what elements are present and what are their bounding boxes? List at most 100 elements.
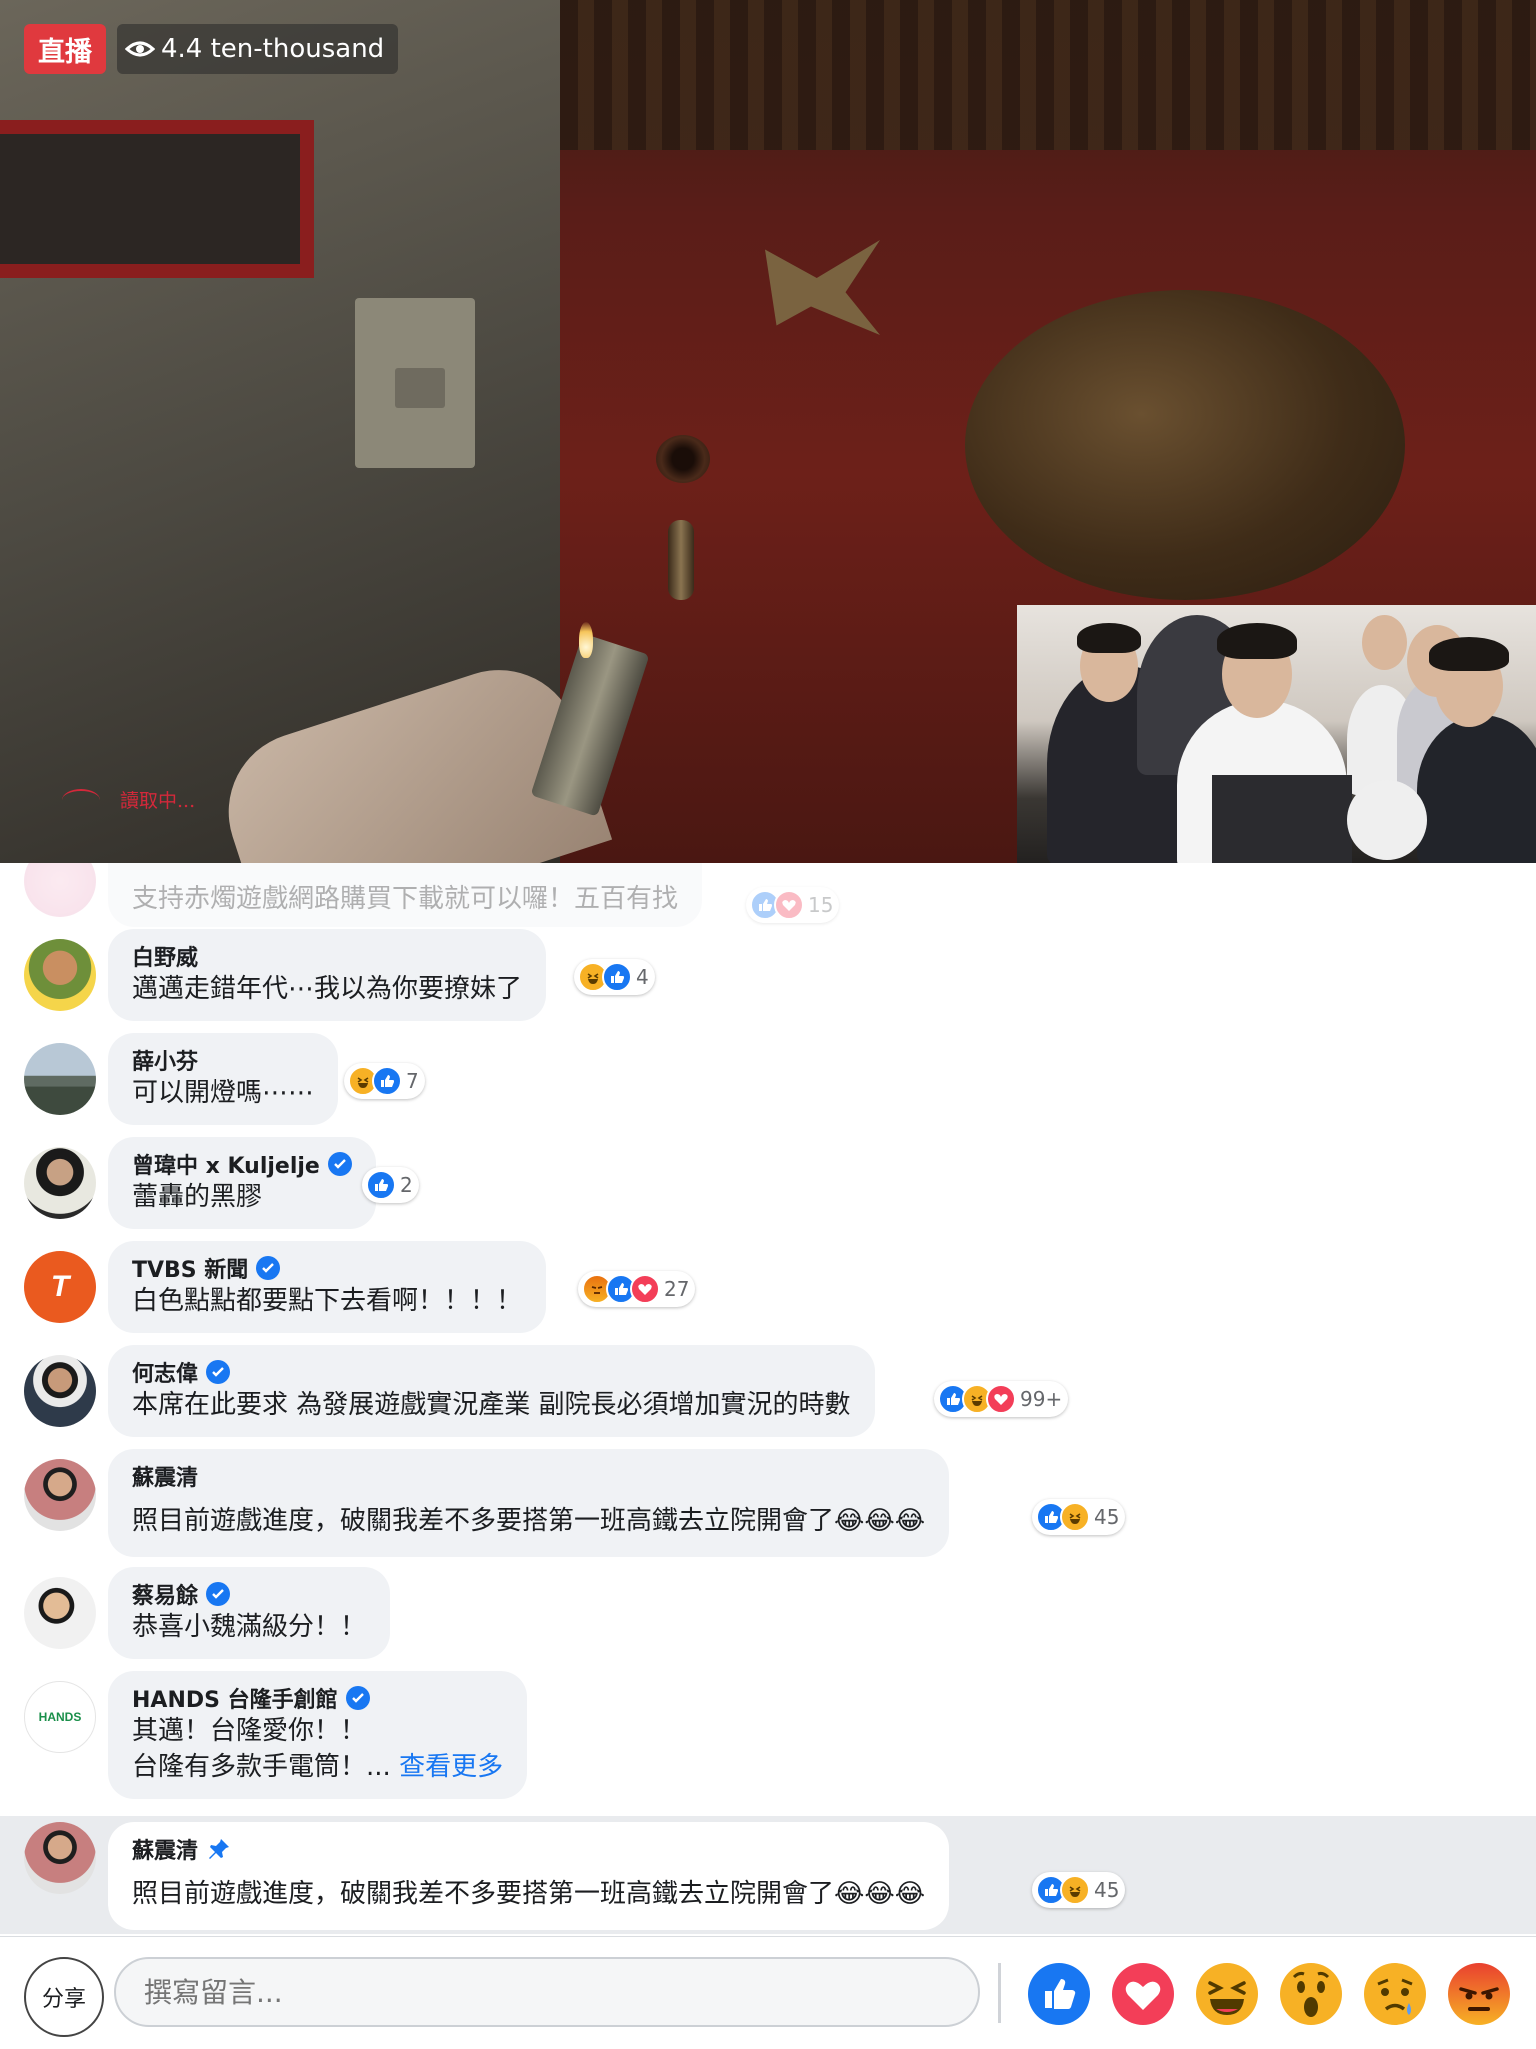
reaction-summary[interactable]: 2: [362, 1167, 419, 1203]
commenter-name[interactable]: 白野威: [132, 941, 522, 971]
comment-bubble: 蘇震清 照目前遊戲進度，破關我差不多要搭第一班高鐵去立院開會了😂😂😂: [108, 1822, 950, 1930]
reaction-count: 15: [808, 893, 834, 917]
like-icon: [1028, 1963, 1090, 2025]
avatar[interactable]: [24, 1822, 96, 1894]
love-reaction-icon: [774, 890, 804, 920]
commenter-name[interactable]: TVBS 新聞: [132, 1253, 522, 1283]
video-scene-keyhole: [656, 435, 710, 483]
wow-icon: [1280, 1963, 1342, 2025]
verified-badge-icon: [206, 1582, 231, 1606]
video-scene-red-frame: [0, 120, 314, 278]
avatar[interactable]: T: [24, 1251, 96, 1323]
like-react-button[interactable]: [1028, 1963, 1090, 2025]
avatar[interactable]: HANDS: [24, 1681, 96, 1753]
sad-icon: [1364, 1963, 1426, 2025]
avatar[interactable]: [24, 863, 96, 917]
comment-text-continued: 台隆有多款手電筒！... 查看更多: [132, 1752, 504, 1782]
reaction-summary[interactable]: 45: [1032, 1872, 1126, 1908]
haha-icon: [1196, 1963, 1258, 2025]
loading-text: 讀取中...: [120, 790, 196, 812]
commenter-name[interactable]: 蘇震清: [132, 1834, 925, 1864]
verified-badge-icon: [345, 1686, 370, 1710]
comment-text: 白色點點都要點下去看啊！！！！: [132, 1286, 523, 1316]
reaction-count: 7: [406, 1069, 419, 1093]
comment-bubble: TVBS 新聞 白色點點都要點下去看啊！！！！: [108, 1241, 547, 1333]
composer-divider: [998, 1963, 1001, 2023]
webcam-inset: [1017, 605, 1536, 863]
webcam-laptop: [1212, 775, 1352, 863]
webcam-plush-toy: [1347, 780, 1427, 860]
avatar[interactable]: [24, 1043, 96, 1115]
haha-react-button[interactable]: [1196, 1963, 1258, 2025]
verified-badge-icon: [256, 1256, 281, 1280]
share-button[interactable]: 分享: [24, 1957, 104, 2037]
reaction-summary[interactable]: 99+: [934, 1381, 1069, 1417]
commenter-name[interactable]: HANDS 台隆手創館: [132, 1683, 503, 1713]
video-scene-flame: [579, 622, 593, 658]
comment-composer: 分享: [0, 1936, 1536, 2049]
comment-text: 照目前遊戲進度，破關我差不多要搭第一班高鐵去立院開會了😂😂😂: [132, 1506, 926, 1536]
haha-reaction-icon: [1060, 1502, 1090, 1532]
reaction-count: 4: [636, 965, 649, 989]
avatar[interactable]: [24, 1459, 96, 1531]
reaction-count: 27: [664, 1277, 690, 1301]
comment-input[interactable]: [114, 1957, 980, 2027]
like-reaction-icon: [372, 1066, 402, 1096]
game-loading-indicator: 讀取中...: [62, 786, 195, 813]
viewer-count: 4.4 ten-thousand: [161, 34, 385, 64]
verified-badge-icon: [327, 1152, 352, 1176]
comment-bubble: 支持赤燭遊戲網路購買下載就可以囉！五百有找: [108, 863, 703, 927]
comment-bubble: 蘇震清 照目前遊戲進度，破關我差不多要搭第一班高鐵去立院開會了😂😂😂: [108, 1449, 950, 1557]
commenter-name[interactable]: 薛小芬: [132, 1045, 314, 1075]
reaction-count: 2: [400, 1173, 413, 1197]
love-react-button[interactable]: [1112, 1963, 1174, 2025]
love-reaction-icon: [630, 1274, 660, 1304]
sad-react-button[interactable]: [1364, 1963, 1426, 2025]
reaction-summary[interactable]: 27: [578, 1271, 696, 1307]
see-more-link[interactable]: 查看更多: [399, 1752, 503, 1782]
comment-bubble: HANDS 台隆手創館 其邁！台隆愛你！！ 台隆有多款手電筒！... 查看更多: [108, 1671, 528, 1799]
eye-icon: [125, 41, 155, 57]
live-video-player[interactable]: 讀取中... 直播 4.4 ten-thousand: [0, 0, 1536, 863]
wow-react-button[interactable]: [1280, 1963, 1342, 2025]
verified-badge-icon: [206, 1360, 231, 1384]
commenter-name[interactable]: 曾瑋中 x Kuljelje: [132, 1149, 352, 1179]
commenter-name[interactable]: 蔡易餘: [132, 1579, 366, 1609]
comment-bubble: 薛小芬 可以開燈嗎⋯⋯: [108, 1033, 339, 1125]
reaction-summary[interactable]: 45: [1032, 1499, 1126, 1535]
video-scene-medallion: [965, 290, 1405, 600]
commenter-name[interactable]: 蘇震清: [132, 1461, 925, 1491]
comment-text: 照目前遊戲進度，破關我差不多要搭第一班高鐵去立院開會了😂😂😂: [132, 1879, 926, 1909]
angry-react-button[interactable]: [1448, 1963, 1510, 2025]
reaction-summary[interactable]: 15: [746, 887, 840, 923]
video-scene-switch: [355, 298, 475, 468]
like-reaction-icon: [602, 962, 632, 992]
comment-list[interactable]: 支持赤燭遊戲網路購買下載就可以囉！五百有找 15 白野威 邁邁走錯年代⋯我以為你…: [0, 863, 1536, 1933]
pin-icon: [206, 1836, 232, 1862]
angry-icon: [1448, 1963, 1510, 2025]
comment-text: 可以開燈嗎⋯⋯: [132, 1078, 315, 1108]
comment-text: 本席在此要求 為發展遊戲實況產業 副院長必須增加實況的時數: [132, 1390, 851, 1420]
comment-bubble: 何志偉 本席在此要求 為發展遊戲實況產業 副院長必須增加實況的時數: [108, 1345, 875, 1437]
avatar[interactable]: [24, 1577, 96, 1649]
reaction-count: 45: [1094, 1505, 1120, 1529]
avatar[interactable]: [24, 1147, 96, 1219]
viewer-count-badge: 4.4 ten-thousand: [117, 24, 399, 74]
comment-bubble: 白野威 邁邁走錯年代⋯我以為你要撩妹了: [108, 929, 547, 1021]
love-icon: [1112, 1963, 1174, 2025]
commenter-name[interactable]: 何志偉: [132, 1357, 851, 1387]
avatar[interactable]: [24, 939, 96, 1011]
like-reaction-icon: [366, 1170, 396, 1200]
haha-reaction-icon: [1060, 1875, 1090, 1905]
comment-text: 支持赤燭遊戲網路購買下載就可以囉！五百有找: [132, 884, 679, 914]
loading-swirl-icon: [62, 788, 100, 811]
reaction-count: 45: [1094, 1878, 1120, 1902]
avatar[interactable]: [24, 1355, 96, 1427]
comment-bubble: 曾瑋中 x Kuljelje 蕾轟的黑膠: [108, 1137, 376, 1229]
reaction-summary[interactable]: 7: [344, 1063, 425, 1099]
comment-text: 恭喜小魏滿級分！！: [132, 1612, 367, 1642]
video-scene-door-carving: [560, 0, 1536, 150]
reaction-summary[interactable]: 4: [574, 959, 655, 995]
comment-text: 其邁！台隆愛你！！: [132, 1716, 367, 1746]
live-badge: 直播: [24, 24, 106, 74]
